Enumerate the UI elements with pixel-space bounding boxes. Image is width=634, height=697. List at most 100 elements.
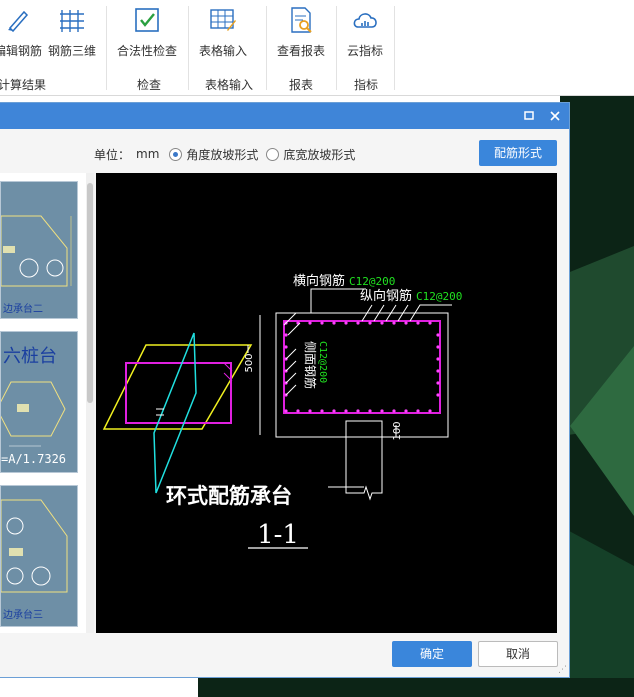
thumbnail-item[interactable]: 六桩台 =A/1.7326 [0,331,78,473]
rebar-dot [356,321,360,325]
rebar-dot [344,321,348,325]
thumbnail-item[interactable]: 边承台三 [0,485,78,627]
table-input-label: 表格输入 [198,44,247,58]
section-outline [275,312,449,438]
cloud-index-button[interactable]: 云指标 [342,4,388,62]
label-horizontal-spec: C12@200 [349,275,395,288]
edit-rebar-button[interactable]: 编辑钢筋 [0,4,42,62]
rebar-dot [368,409,372,413]
validity-check-button[interactable]: 合法性检查 [114,4,180,62]
unit-value: mm [136,147,160,161]
rebar-dot [436,369,440,373]
thumbnail-list: 边承台二 六桩台 =A/1.7326 边承台三 [0,173,92,633]
rebar-dot [436,393,440,397]
rebar-dot [428,321,432,325]
rebar-dot [380,321,384,325]
dialog-titlebar[interactable] [0,103,569,129]
maximize-icon[interactable] [520,107,538,125]
rebar-dot [284,409,288,413]
rebar-3d-label: 钢筋三维 [47,44,96,58]
view-report-label: 查看报表 [276,44,325,58]
rebar-dot [436,357,440,361]
rebar-dot [428,409,432,413]
rebar-dot [308,409,312,413]
app-window: 编辑钢筋 钢筋三维 合法性检查 表格输入 查看报表 云指标 计算结果 检查 表格… [0,0,634,697]
group-label-index: 指标 [353,78,378,92]
thumbnail-scrollbar[interactable] [86,173,94,633]
group-label-calc: 计算结果 [0,78,46,92]
thumbnail-caption: 边承台三 [3,610,43,621]
table-input-button[interactable]: 表格输入 [196,4,250,62]
rebar-dot [392,321,396,325]
rebar-dot [308,321,312,325]
table-input-icon [210,9,236,31]
ok-button[interactable]: 确定 [392,641,472,667]
group-separator [188,6,189,90]
view-report-button[interactable]: 查看报表 [274,4,328,62]
rebar-dot [332,321,336,325]
rebar-3d-icon [60,10,84,32]
rebar-dot [436,381,440,385]
group-label-report: 报表 [288,78,313,92]
viewport-terrain [560,246,634,697]
close-icon[interactable] [546,107,564,125]
validity-check-label: 合法性检查 [116,44,177,58]
pile-cap-thumbnail-drawing [1,215,72,287]
rebar-dot [392,409,396,413]
group-separator [106,6,107,90]
rebar-dot [436,345,440,349]
ribbon-toolbar: 编辑钢筋 钢筋三维 合法性检查 表格输入 查看报表 云指标 计算结果 检查 表格… [0,0,634,96]
group-separator [266,6,267,90]
rebar-dot [332,409,336,413]
rebar-dot [344,409,348,413]
rebar-dot [356,409,360,413]
group-separator [336,6,337,90]
cancel-button[interactable]: 取消 [478,641,558,667]
validity-check-icon [135,8,159,32]
rebar-dot [436,333,440,337]
label-side-rebar: 侧面钢筋 [303,341,318,389]
dimension-500: 500 [244,353,255,372]
thumbnail-caption: 边承台二 [3,304,43,315]
label-side-spec: C12@200 [317,341,328,383]
edit-rebar-label: 编辑钢筋 [0,44,43,58]
radio-bottom-width-slope[interactable] [266,147,280,161]
cloud-index-icon [353,13,377,28]
unit-row: 单位： mm 角度放坡形式 底宽放坡形式 [94,143,355,165]
group-label-check: 检查 [136,78,161,92]
section-label: 1-1 [257,520,299,550]
thumbnail-item[interactable]: 边承台二 [0,181,78,319]
view-report-icon [291,7,312,33]
dimension-100: 100 [392,421,403,440]
rebar-dot [380,409,384,413]
group-label-table: 表格输入 [204,78,253,92]
section-plane [153,332,197,494]
label-longitudinal-rebar: 纵向钢筋 [360,288,412,304]
rebar-dot [284,333,288,337]
rebar-dot [320,321,324,325]
rebar-3d-button[interactable]: 钢筋三维 [46,4,98,62]
rebar-form-button[interactable]: 配筋形式 [479,140,557,166]
scrollbar-thumb[interactable] [87,183,93,403]
unit-label: 单位： [94,147,131,162]
thumbnail-sub-caption: =A/1.7326 [1,452,67,466]
viewport-background [560,96,634,697]
drawing-title: 环式配筋承台 [166,484,292,508]
rebar-dot [284,345,288,349]
pile-cap-section-drawing: 横向钢筋 C12@200 纵向钢筋 C12@200 侧面钢筋 C12@200 5… [102,273,462,550]
resize-grip-icon[interactable]: ⋰ [558,665,567,675]
label-horizontal-rebar: 横向钢筋 [293,273,345,289]
label-longitudinal-spec: C12@200 [416,290,462,303]
rebar-dot [296,409,300,413]
rebar-form-dialog: 单位： mm 角度放坡形式 底宽放坡形式 配筋形式 边承台二 六桩台 =A/1.… [0,102,570,678]
radio-angle-slope-label[interactable]: 角度放坡形式 [186,146,258,163]
group-separator [394,6,395,90]
radio-angle-slope[interactable] [169,147,183,161]
radio-bottom-width-slope-label[interactable]: 底宽放坡形式 [283,146,355,163]
rebar-dot [404,409,408,413]
viewport-background-bottom [198,678,634,697]
rebar-dot [320,409,324,413]
cloud-index-label: 云指标 [346,44,383,58]
drawing-canvas: 横向钢筋 C12@200 纵向钢筋 C12@200 侧面钢筋 C12@200 5… [96,173,557,633]
edit-rebar-icon [8,10,29,33]
